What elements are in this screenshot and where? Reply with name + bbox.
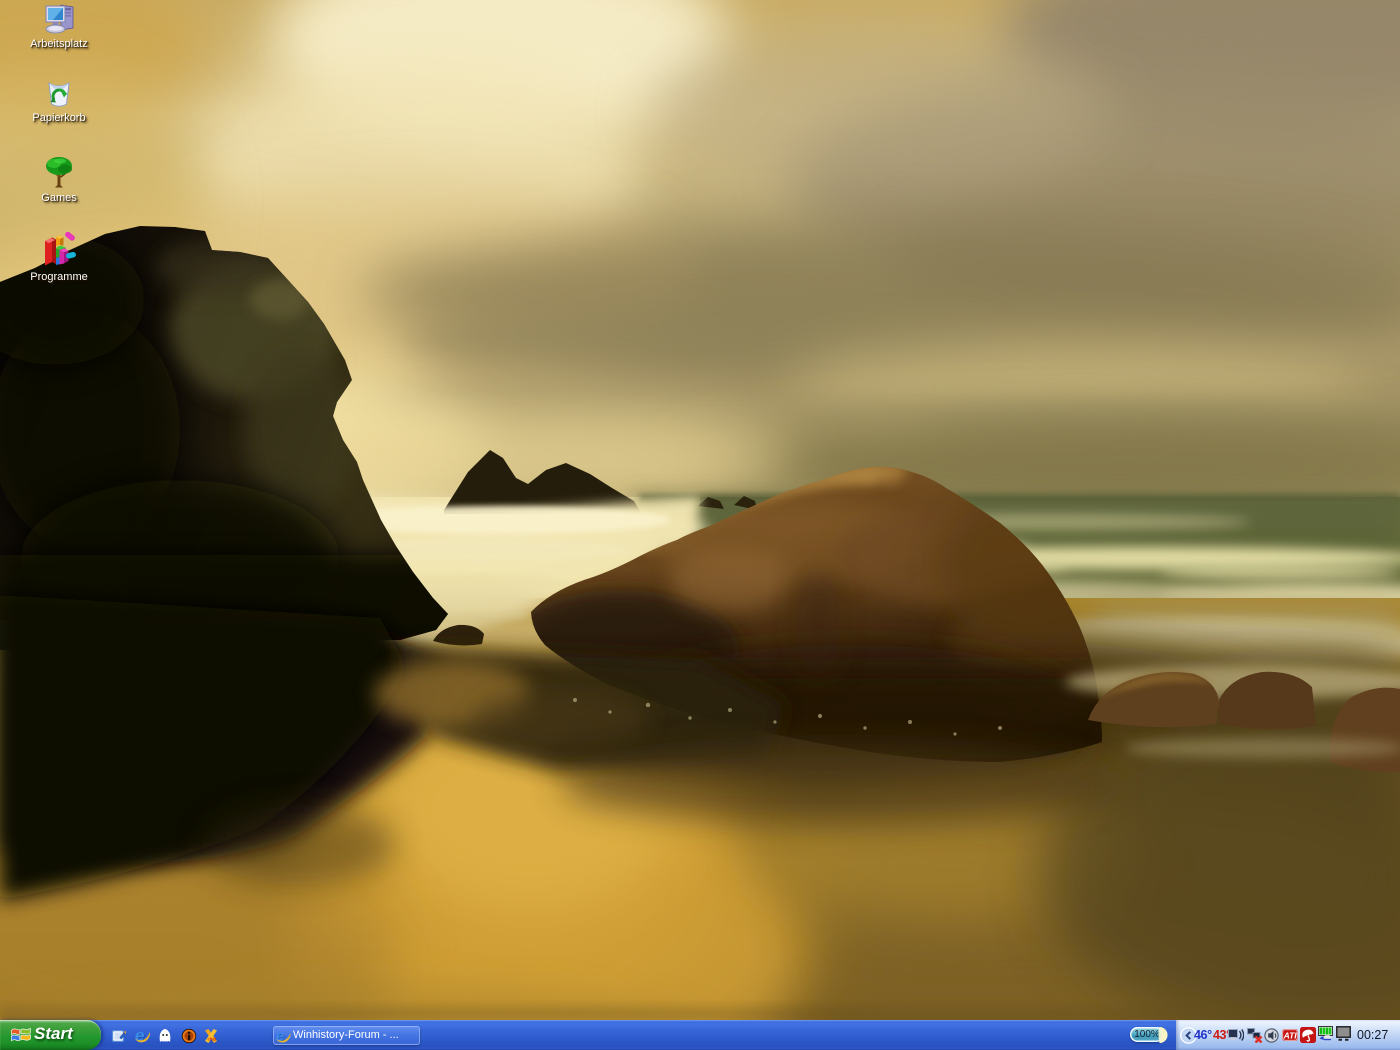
svg-text:chat: chat (208, 1037, 217, 1042)
svg-text:ATI: ATI (1283, 1031, 1298, 1041)
